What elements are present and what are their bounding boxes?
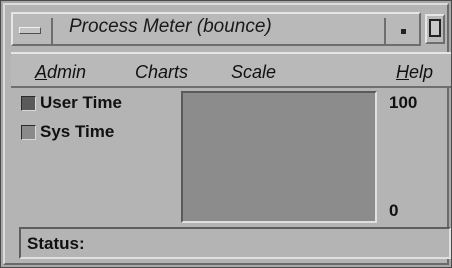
status-bar: Status: bbox=[19, 227, 451, 259]
window-menu-button[interactable] bbox=[13, 18, 53, 44]
menu-charts[interactable]: Charts bbox=[135, 62, 188, 83]
scale-max-label: 100 bbox=[389, 93, 418, 112]
menu-scale[interactable]: Scale bbox=[231, 62, 276, 83]
maximize-button[interactable] bbox=[425, 14, 445, 44]
menu-help-rest: elp bbox=[409, 62, 434, 82]
title-separator bbox=[384, 18, 386, 44]
menu-help[interactable]: Help bbox=[396, 62, 433, 83]
maximize-icon bbox=[429, 19, 441, 37]
menu-admin[interactable]: Admin bbox=[35, 62, 86, 83]
window-menu-icon bbox=[19, 27, 41, 34]
window-title: Process Meter (bounce) bbox=[69, 16, 272, 37]
minimize-button[interactable] bbox=[387, 18, 421, 44]
user-time-swatch bbox=[21, 96, 36, 111]
menu-admin-rest: dmin bbox=[47, 62, 87, 82]
minimize-icon bbox=[401, 29, 406, 34]
sys-time-swatch bbox=[21, 125, 36, 140]
scale-min-label: 0 bbox=[389, 201, 399, 220]
process-meter-window: Process Meter (bounce) Admin Charts Scal… bbox=[0, 0, 452, 268]
sys-time-label: Sys Time bbox=[40, 122, 115, 141]
menu-help-mnemonic: H bbox=[396, 62, 409, 82]
menu-bar: Admin Charts Scale Help bbox=[11, 52, 451, 88]
status-label: Status: bbox=[27, 234, 85, 253]
meter-graph-area bbox=[181, 91, 377, 223]
user-time-label: User Time bbox=[40, 93, 122, 112]
menu-admin-mnemonic: A bbox=[35, 62, 48, 82]
